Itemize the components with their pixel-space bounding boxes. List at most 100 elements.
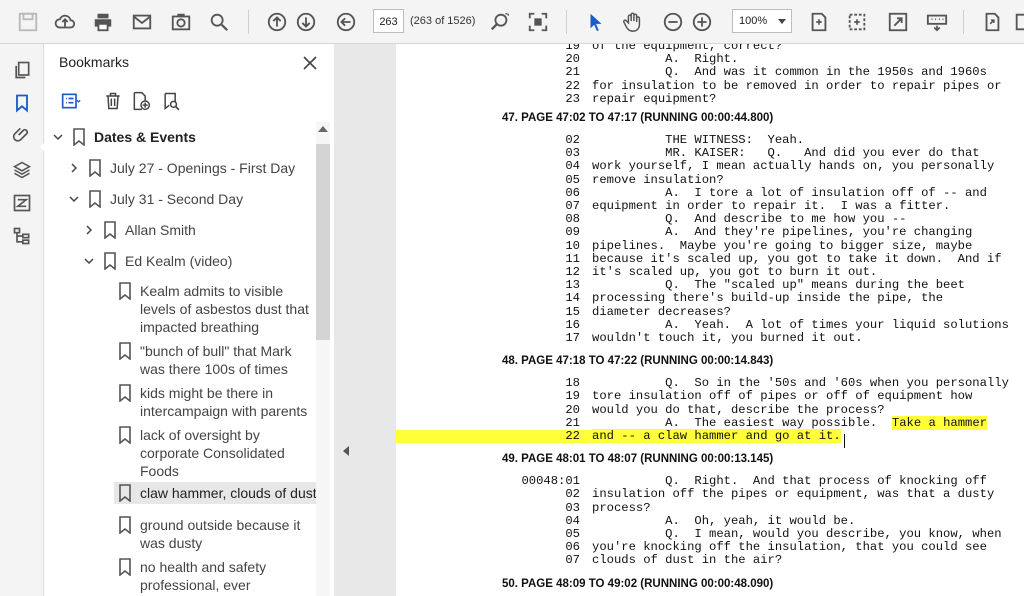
bookmark-no-health-safety[interactable]: no health and safety professional, ever <box>118 558 266 594</box>
find-bookmark-icon[interactable] <box>158 88 184 114</box>
line-number: 03 <box>565 146 580 161</box>
line-text: THE WITNESS: Yeah. <box>592 133 805 147</box>
attachment-icon[interactable] <box>10 123 34 147</box>
bookmark-scrollbar[interactable] <box>316 122 330 596</box>
highlighted-text[interactable]: and -- a claw hammer and go at it. <box>592 429 841 443</box>
highlighted-text[interactable]: Take a hammer <box>891 415 987 430</box>
delete-bookmark-icon[interactable] <box>100 88 126 114</box>
bookmark-label-line: Kealm admits to visible <box>140 283 284 299</box>
line-number: 00048:01 <box>521 474 580 489</box>
line-number: 20 <box>565 52 580 67</box>
bookmark-label-line: Foods <box>140 463 179 479</box>
structure-tree-icon[interactable] <box>10 224 34 248</box>
scroll-up-icon[interactable] <box>318 126 328 132</box>
zoom-out-icon[interactable] <box>659 8 687 36</box>
close-icon[interactable] <box>299 52 321 74</box>
bookmark-july-27[interactable]: July 27 - Openings - First Day <box>66 159 295 178</box>
select-cursor-icon[interactable] <box>582 8 610 36</box>
line-text: process? <box>592 500 651 515</box>
section-heading: 48. PAGE 47:18 TO 47:22 (RUNNING 00:00:1… <box>502 355 774 368</box>
search-icon[interactable] <box>205 8 233 36</box>
bookmark-label: July 31 - Second Day <box>110 191 244 207</box>
email-icon[interactable] <box>128 8 156 36</box>
bookmark-label-line: "bunch of bull" that Mark <box>140 343 292 359</box>
scrollbar-thumb[interactable] <box>316 144 330 340</box>
line-number: 08 <box>565 212 580 227</box>
line-text: A. And they're pipelines, you're changin… <box>592 225 973 240</box>
line-text: Q. Right. And that process of knocking o… <box>592 474 987 489</box>
text-cursor <box>844 434 845 448</box>
bookmark-lack-of-oversight[interactable]: lack of oversight by corporate Consolidat… <box>118 426 285 480</box>
options-menu-icon[interactable] <box>58 88 84 114</box>
bookmark-dates-events[interactable]: Dates & Events <box>50 128 196 147</box>
previous-page-icon[interactable] <box>263 8 291 36</box>
keyboard-icon[interactable] <box>923 8 951 36</box>
print-icon[interactable] <box>89 8 117 36</box>
toolbar: 263 (263 of 1526) 100% <box>0 0 1024 44</box>
chevron-right-icon[interactable] <box>66 159 82 177</box>
page-thumbnails-icon[interactable] <box>10 58 34 82</box>
bookmark-kealm-admits[interactable]: Kealm admits to visible levels of asbesto… <box>118 282 309 336</box>
bookmark-label-line: was there 100s of times <box>140 361 288 377</box>
bookmark-july-31[interactable]: July 31 - Second Day <box>66 190 244 209</box>
page-number-input[interactable]: 263 <box>373 9 404 33</box>
compare-icon[interactable] <box>10 191 34 215</box>
rotate-view-icon[interactable] <box>843 8 871 36</box>
bookmark-kids-might-be-there[interactable]: kids might be there in intercampaign with… <box>118 384 307 420</box>
snapshot-icon[interactable] <box>167 8 195 36</box>
chevron-down-icon[interactable] <box>81 252 97 270</box>
save-icon[interactable] <box>14 8 42 36</box>
line-text: Q. So in the '50s and '60s when you pers… <box>592 376 1009 391</box>
section-heading: 49. PAGE 48:01 TO 48:07 (RUNNING 00:00:1… <box>502 453 774 466</box>
line-text: equipment in order to repair it. I was a… <box>592 199 951 213</box>
line-text: would you do that, describe the process? <box>592 402 885 417</box>
chevron-right-icon[interactable] <box>81 221 97 239</box>
bookmark-claw-hammer[interactable]: claw hammer, clouds of dust <box>114 482 316 504</box>
line-text: Q. I mean, would you describe, you know,… <box>592 527 1002 541</box>
bookmark-flag-icon <box>103 221 117 240</box>
navigation-rail <box>0 44 47 596</box>
zoom-select[interactable]: 100% <box>732 9 792 33</box>
bookmark-label: claw hammer, clouds of dust <box>140 485 316 501</box>
zoom-in-icon[interactable] <box>688 8 716 36</box>
line-text: work yourself, I mean actually hands on,… <box>592 159 995 174</box>
line-number: 16 <box>565 317 580 332</box>
find-text-icon[interactable] <box>486 8 514 36</box>
bookmark-label-line: impacted breathing <box>140 319 260 335</box>
bookmark-label-line: no health and safety <box>140 559 267 575</box>
bookmark-ground-outside[interactable]: ground outside because it was dusty <box>118 516 300 552</box>
more-tools-icon[interactable] <box>1010 8 1024 36</box>
line-text: insulation off the pipes or equipment, w… <box>592 487 995 502</box>
bookmark-icon[interactable] <box>10 91 34 115</box>
line-number: 15 <box>565 304 580 319</box>
bookmark-ed-kealm[interactable]: Ed Kealm (video) <box>81 252 232 271</box>
bookmark-flag-icon <box>118 426 132 445</box>
line-number: 05 <box>565 172 580 187</box>
chevron-down-icon[interactable] <box>66 190 82 208</box>
full-screen-icon[interactable] <box>884 8 912 36</box>
page-count: (263 of 1526) <box>410 15 476 27</box>
collapse-panel-icon[interactable] <box>343 446 349 456</box>
bookmark-allan-smith[interactable]: Allan Smith <box>81 221 196 240</box>
line-text: repair equipment? <box>592 91 717 106</box>
chevron-down-icon[interactable] <box>50 128 66 146</box>
panel-splitter[interactable] <box>334 44 396 596</box>
new-bookmark-icon[interactable] <box>128 88 154 114</box>
bookmark-label-line: ground outside because it <box>140 517 301 533</box>
line-text: A. Yeah. A lot of times your liquid solu… <box>592 317 1009 332</box>
bookmark-bunch-of-bull[interactable]: "bunch of bull" that Mark was there 100s … <box>118 342 292 378</box>
fit-page-icon[interactable] <box>805 8 833 36</box>
select-grid-icon[interactable] <box>524 8 552 36</box>
back-icon[interactable] <box>332 8 360 36</box>
upload-cloud-icon[interactable] <box>51 8 79 36</box>
line-text: Q. The "scaled up" means during the beet <box>592 278 965 293</box>
next-page-icon[interactable] <box>292 8 320 36</box>
transcript-line: 23 repair equipment? <box>396 91 717 106</box>
hand-tool-icon[interactable] <box>619 8 647 36</box>
line-text: processing there's build-up inside the p… <box>592 291 944 306</box>
bookmark-flag-icon <box>118 342 132 361</box>
bookmark-label-line: corporate Consolidated <box>140 445 285 461</box>
layers-icon[interactable] <box>10 158 34 182</box>
line-number: 19 <box>565 44 580 53</box>
export-pdf-icon[interactable] <box>978 8 1006 36</box>
